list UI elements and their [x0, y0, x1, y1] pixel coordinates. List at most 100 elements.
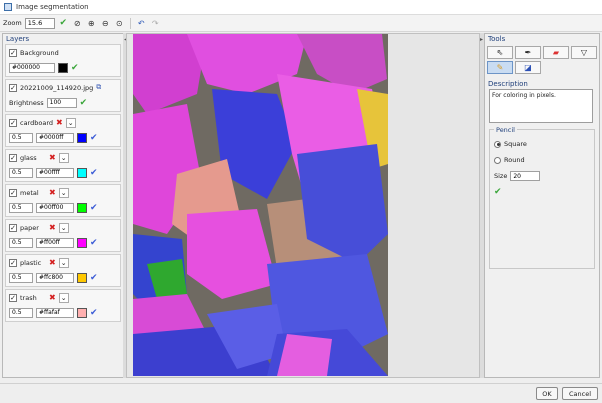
- round-option[interactable]: Round: [490, 152, 594, 168]
- dropdown-chevron-icon[interactable]: ⌄: [58, 292, 69, 303]
- dropdown-chevron-icon[interactable]: ⌄: [58, 222, 69, 233]
- delete-x-icon[interactable]: ✖: [49, 258, 56, 267]
- layers-panel: Layers ✓ Background ✔ ✓ 20221009_114920.…: [2, 33, 124, 378]
- tool-grid: ⇖ ✒ ▰ ▽ ✎ ◪: [485, 44, 599, 76]
- size-input[interactable]: [510, 171, 541, 181]
- class-name: trash: [20, 293, 37, 302]
- background-swatch[interactable]: [58, 62, 68, 73]
- layers-title: Layers: [6, 35, 30, 43]
- confirm-check-icon[interactable]: ✔: [58, 18, 69, 29]
- delete-x-icon[interactable]: ✖: [49, 153, 56, 162]
- delete-x-icon[interactable]: ✖: [49, 293, 56, 302]
- zoom-reset-icon[interactable]: ⊙: [114, 18, 125, 29]
- apply-check-icon[interactable]: ✔: [494, 187, 502, 197]
- color-hex-input[interactable]: [36, 167, 74, 178]
- dropdown-chevron-icon[interactable]: ⌄: [65, 117, 76, 128]
- class-checkbox[interactable]: ✓: [9, 153, 17, 162]
- color-swatch[interactable]: [77, 272, 87, 283]
- fit-icon[interactable]: ⊘: [72, 18, 83, 29]
- image-filename: 20221009_114920.jpg: [20, 83, 94, 92]
- brightness-input[interactable]: [46, 97, 77, 108]
- redo-icon[interactable]: ↷: [150, 18, 161, 29]
- opacity-input[interactable]: [9, 307, 33, 318]
- class-checkbox[interactable]: ✓: [9, 188, 17, 197]
- color-hex-input[interactable]: [36, 272, 74, 283]
- apply-check-icon[interactable]: ✔: [90, 133, 98, 143]
- opacity-input[interactable]: [9, 272, 33, 283]
- class-layer-trash: ✓ trash ✖ ⌄ ✔: [5, 289, 121, 322]
- eraser-icon[interactable]: ▰: [543, 46, 569, 59]
- background-checkbox[interactable]: ✓: [9, 48, 17, 57]
- class-layer-glass: ✓ glass ✖ ⌄ ✔: [5, 149, 121, 182]
- delete-x-icon[interactable]: ✖: [49, 223, 56, 232]
- cancel-button[interactable]: Cancel: [562, 387, 598, 400]
- copy-icon[interactable]: ⧉: [96, 83, 101, 92]
- description-title: Description: [488, 80, 528, 88]
- class-layer-metal: ✓ metal ✖ ⌄ ✔: [5, 184, 121, 217]
- delete-x-icon[interactable]: ✖: [56, 118, 63, 127]
- tools-panel: Tools ⇖ ✒ ▰ ▽ ✎ ◪ Description For colori…: [484, 33, 600, 378]
- segmentation-image[interactable]: [127, 34, 480, 378]
- square-radio[interactable]: [494, 140, 501, 148]
- opacity-input[interactable]: [9, 202, 33, 213]
- class-checkbox[interactable]: ✓: [9, 223, 17, 232]
- image-checkbox[interactable]: ✓: [9, 83, 17, 92]
- pencil-group: Pencil Square Round Size ✔: [489, 126, 595, 269]
- color-swatch[interactable]: [77, 167, 87, 178]
- zoom-in-icon[interactable]: ⊕: [86, 18, 97, 29]
- class-checkbox[interactable]: ✓: [9, 118, 17, 127]
- round-radio[interactable]: [494, 156, 501, 164]
- class-checkbox[interactable]: ✓: [9, 293, 17, 302]
- color-hex-input[interactable]: [36, 202, 74, 213]
- apply-check-icon[interactable]: ✔: [80, 98, 88, 108]
- color-hex-input[interactable]: [36, 307, 74, 318]
- collapse-right-icon[interactable]: ▸: [480, 36, 483, 43]
- class-name: cardboard: [20, 118, 54, 127]
- apply-check-icon[interactable]: ✔: [90, 203, 98, 213]
- opacity-input[interactable]: [9, 167, 33, 178]
- class-settings-row: ✔: [6, 200, 120, 215]
- apply-check-icon[interactable]: ✔: [90, 308, 98, 318]
- apply-check-icon[interactable]: ✔: [90, 168, 98, 178]
- class-layer-cardboard: ✓ cardboard ✖ ⌄ ✔: [5, 114, 121, 147]
- class-name: glass: [20, 153, 37, 162]
- pencil-title: Pencil: [494, 126, 517, 134]
- round-label: Round: [504, 156, 525, 164]
- apply-check-icon[interactable]: ✔: [90, 273, 98, 283]
- dropdown-chevron-icon[interactable]: ⌄: [58, 152, 69, 163]
- toolbar: Zoom ✔ ⊘ ⊕ ⊖ ⊙ ↶ ↷: [0, 15, 602, 32]
- color-swatch[interactable]: [77, 307, 87, 318]
- class-header-row: ✓ cardboard ✖ ⌄: [6, 115, 120, 130]
- class-name: paper: [20, 223, 39, 232]
- tools-title: Tools: [488, 35, 506, 43]
- pencil-icon[interactable]: ✎: [487, 61, 513, 74]
- color-swatch[interactable]: [77, 237, 87, 248]
- apply-check-icon[interactable]: ✔: [71, 63, 79, 73]
- ok-button[interactable]: OK: [536, 387, 558, 400]
- dropdown-chevron-icon[interactable]: ⌄: [58, 257, 69, 268]
- class-checkbox[interactable]: ✓: [9, 258, 17, 267]
- opacity-input[interactable]: [9, 237, 33, 248]
- background-layer: ✓ Background ✔: [5, 44, 121, 77]
- color-hex-input[interactable]: [36, 237, 74, 248]
- class-settings-row: ✔: [6, 165, 120, 180]
- canvas-area[interactable]: [126, 33, 480, 378]
- color-swatch[interactable]: [77, 202, 87, 213]
- opacity-input[interactable]: [9, 132, 33, 143]
- zoom-input[interactable]: [24, 17, 55, 29]
- app-icon: [4, 3, 12, 11]
- delete-x-icon[interactable]: ✖: [49, 188, 56, 197]
- class-settings-row: ✔: [6, 270, 120, 285]
- cursor-icon[interactable]: ⇖: [487, 46, 513, 59]
- dropdown-chevron-icon[interactable]: ⌄: [58, 187, 69, 198]
- apply-check-icon[interactable]: ✔: [90, 238, 98, 248]
- fill-icon[interactable]: ◪: [515, 61, 541, 74]
- color-hex-input[interactable]: [36, 132, 74, 143]
- lasso-icon[interactable]: ▽: [571, 46, 597, 59]
- pen-icon[interactable]: ✒: [515, 46, 541, 59]
- undo-icon[interactable]: ↶: [136, 18, 147, 29]
- zoom-out-icon[interactable]: ⊖: [100, 18, 111, 29]
- color-swatch[interactable]: [77, 132, 87, 143]
- background-color-input[interactable]: [9, 62, 55, 73]
- square-option[interactable]: Square: [490, 136, 594, 152]
